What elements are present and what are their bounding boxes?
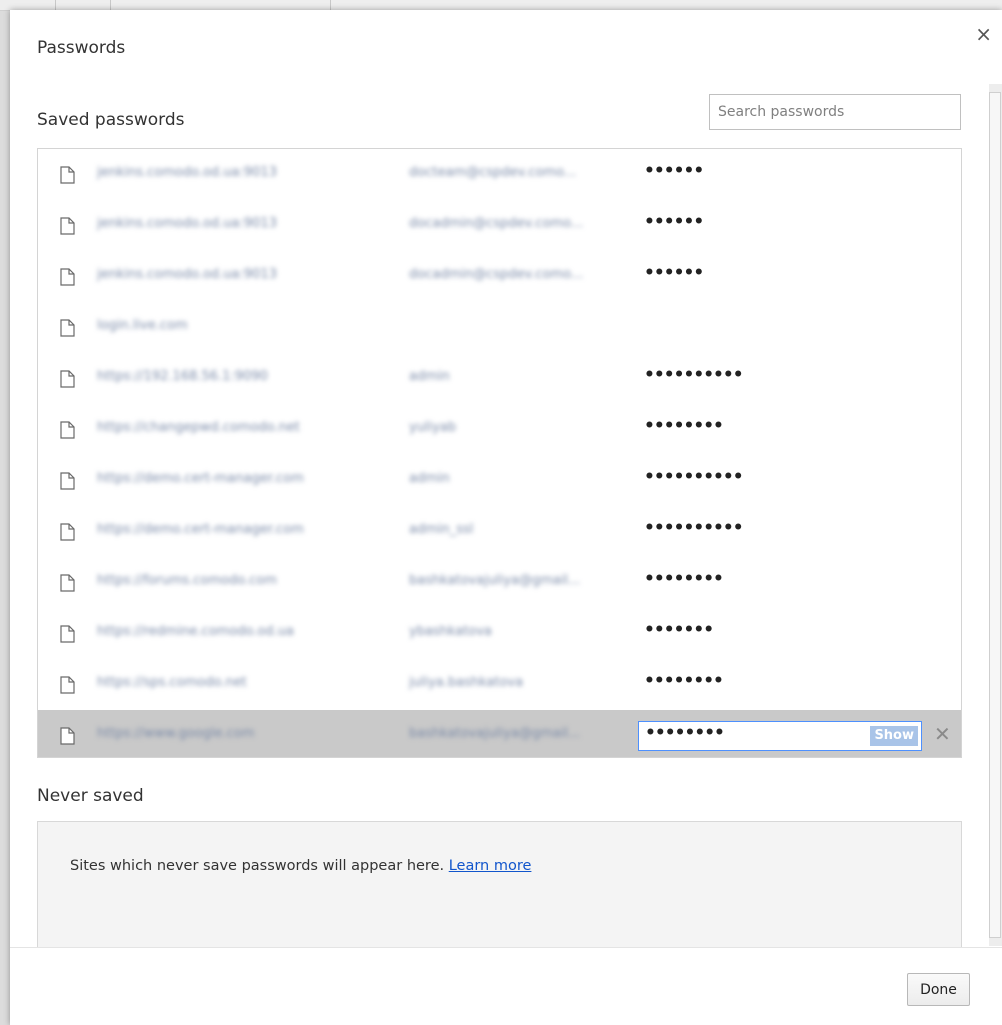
scrollbar-thumb[interactable] (989, 92, 1001, 938)
row-username: admin (409, 369, 450, 384)
row-username: ybashkatova (409, 624, 492, 639)
password-row[interactable]: https://demo.cert-manager.com admin ••••••… (38, 455, 961, 506)
background-divider (55, 0, 56, 10)
row-username: admin (409, 471, 450, 486)
dialog-scrollbar[interactable] (989, 84, 1002, 946)
never-saved-message: Sites which never save passwords will ap… (70, 858, 531, 874)
done-button[interactable]: Done (907, 973, 970, 1006)
password-row[interactable]: https://changepwd.comodo.net yuliyab •••••… (38, 404, 961, 455)
background-divider (330, 0, 331, 10)
row-username: bashkatovajuliya@gmail... (409, 726, 581, 741)
row-password: •••••••••• (644, 518, 744, 538)
row-site: jenkins.comodo.od.ua:9013 (97, 165, 277, 180)
row-password: •••••••• (645, 723, 725, 743)
row-password: •••••••• (644, 569, 724, 589)
password-row[interactable]: jenkins.comodo.od.ua:9013 docadmin@cspdev… (38, 251, 961, 302)
row-site: https://redmine.comodo.od.ua (97, 624, 294, 639)
row-username: docadmin@cspdev.como... (409, 216, 584, 231)
search-passwords-input[interactable] (709, 94, 961, 130)
row-password: •••••••••• (644, 365, 744, 385)
row-password: •••••••• (644, 416, 724, 436)
row-username: juliya.bashkatova (409, 675, 524, 690)
row-password: •••••• (644, 212, 704, 232)
password-row[interactable]: jenkins.comodo.od.ua:9013 docadmin@cspdev… (38, 200, 961, 251)
dialog-title: Passwords (37, 38, 126, 58)
password-row[interactable]: https://redmine.comodo.od.ua ybashkatova •… (38, 608, 961, 659)
row-username: admin_ssl (409, 522, 474, 537)
row-site: jenkins.comodo.od.ua:9013 (97, 267, 277, 282)
passwords-dialog: Passwords × Saved passwords jenkins.como… (10, 10, 1002, 1025)
password-row[interactable]: https://192.168.56.1:9090 admin •••••••••• (38, 353, 961, 404)
password-row[interactable]: https://demo.cert-manager.com admin_ssl ••… (38, 506, 961, 557)
row-password: •••••• (644, 263, 704, 283)
saved-passwords-heading: Saved passwords (37, 110, 185, 130)
row-site: https://changepwd.comodo.net (97, 420, 300, 435)
saved-passwords-list: jenkins.comodo.od.ua:9013 docteam@cspdev.… (37, 148, 962, 758)
row-site: https://www.google.com (97, 726, 255, 741)
password-row[interactable]: https://forums.comodo.com bashkatovajuliy… (38, 557, 961, 608)
password-row[interactable]: https://www.google.com bashkatovajuliya@g… (38, 710, 961, 757)
learn-more-link[interactable]: Learn more (449, 858, 532, 874)
never-saved-list: Sites which never save passwords will ap… (37, 821, 962, 947)
row-username: docteam@cspdev.como... (409, 165, 577, 180)
row-site: https://demo.cert-manager.com (97, 522, 304, 537)
never-saved-heading: Never saved (37, 786, 144, 806)
password-row[interactable]: login.live.com (38, 302, 961, 353)
row-username: docadmin@cspdev.como... (409, 267, 584, 282)
password-field[interactable]: •••••••• Show (638, 721, 922, 751)
footer-divider (10, 947, 1002, 948)
password-row[interactable]: jenkins.comodo.od.ua:9013 docteam@cspdev.… (38, 149, 961, 200)
row-username: yuliyab (409, 420, 457, 435)
remove-password-icon[interactable]: ✕ (934, 722, 951, 746)
row-password: •••••• (644, 161, 704, 181)
row-site: login.live.com (97, 318, 188, 333)
never-saved-text: Sites which never save passwords will ap… (70, 858, 445, 874)
row-site: https://sps.comodo.net (97, 675, 247, 690)
row-username: bashkatovajuliya@gmail... (409, 573, 581, 588)
row-site: https://demo.cert-manager.com (97, 471, 304, 486)
row-password: ••••••• (644, 620, 714, 640)
row-password: •••••••••• (644, 467, 744, 487)
close-icon[interactable]: × (975, 24, 992, 44)
row-site: https://192.168.56.1:9090 (97, 369, 268, 384)
row-site: jenkins.comodo.od.ua:9013 (97, 216, 277, 231)
row-site: https://forums.comodo.com (97, 573, 277, 588)
background-divider (110, 0, 111, 10)
password-row[interactable]: https://sps.comodo.net juliya.bashkatova •… (38, 659, 961, 710)
show-password-button[interactable]: Show (870, 726, 918, 746)
row-password: •••••••• (644, 671, 724, 691)
